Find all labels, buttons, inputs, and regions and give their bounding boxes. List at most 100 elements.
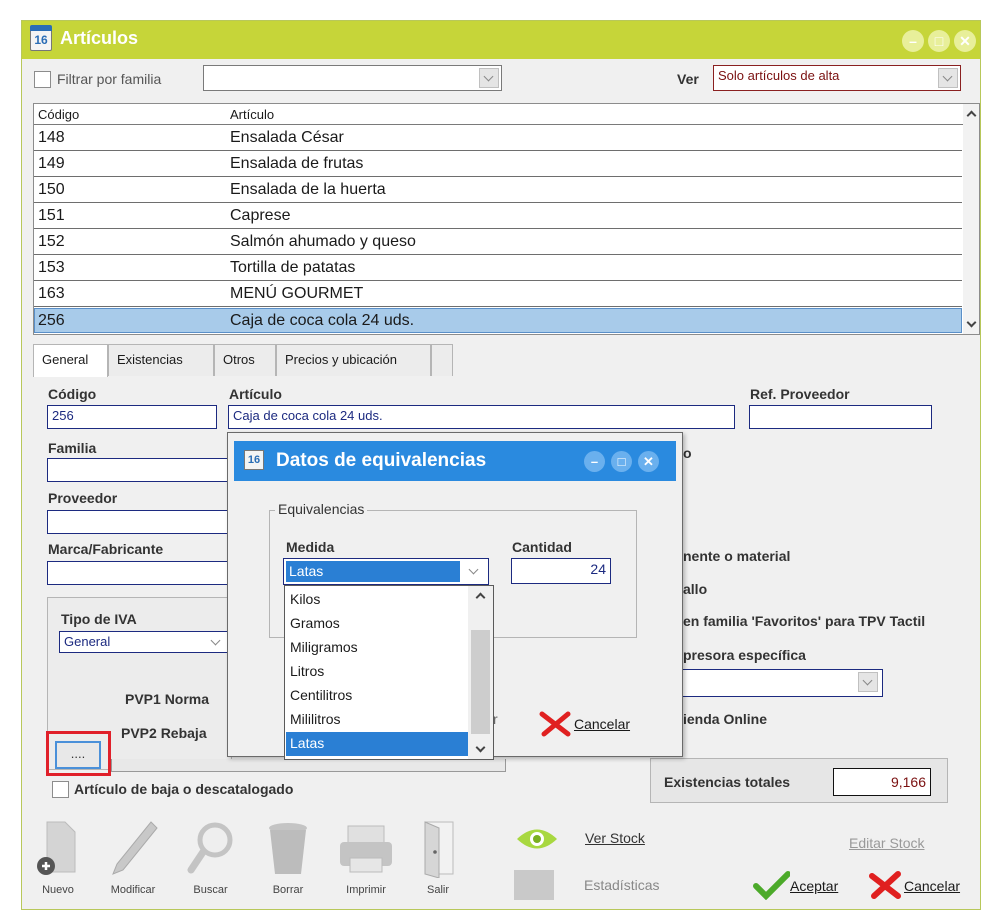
cross-icon bbox=[869, 871, 901, 899]
aceptar-label: Aceptar bbox=[790, 878, 839, 894]
modificar-label: Modificar bbox=[110, 884, 156, 896]
label-fragment-o: o bbox=[683, 445, 692, 461]
table-scrollbar[interactable] bbox=[963, 104, 979, 334]
cell-code: 149 bbox=[38, 155, 65, 172]
existencias-label: Existencias totales bbox=[664, 774, 791, 790]
ref-proveedor-field[interactable] bbox=[749, 405, 932, 429]
check-icon bbox=[753, 871, 791, 901]
dialog-title: Datos de equivalencias bbox=[276, 450, 487, 471]
medida-select[interactable]: Latas bbox=[283, 558, 489, 585]
ver-select[interactable]: Solo artículos de alta bbox=[713, 65, 961, 91]
minimize-icon[interactable]: – bbox=[584, 451, 605, 472]
tab-existencias[interactable]: Existencias bbox=[108, 344, 214, 376]
dialog-cancel-button[interactable]: Cancelar bbox=[538, 710, 630, 738]
maximize-icon[interactable]: □ bbox=[928, 30, 950, 52]
cell-code: 153 bbox=[38, 259, 65, 276]
familia-field[interactable] bbox=[47, 458, 237, 482]
ver-label: Ver bbox=[677, 71, 699, 87]
tab-general[interactable]: General bbox=[33, 344, 108, 377]
cell-name: MENÚ GOURMET bbox=[230, 285, 364, 302]
medida-dropdown-list[interactable]: Kilos Gramos Miligramos Litros Centilitr… bbox=[284, 585, 494, 760]
close-icon[interactable]: ✕ bbox=[638, 451, 659, 472]
chevron-down-icon[interactable] bbox=[479, 68, 499, 88]
dialog-titlebar[interactable]: 16 Datos de equivalencias – □ ✕ bbox=[234, 441, 676, 481]
proveedor-field[interactable] bbox=[47, 510, 237, 534]
table-row[interactable]: 151 Caprese bbox=[34, 204, 962, 229]
baja-checkbox[interactable] bbox=[52, 781, 69, 798]
borrar-button[interactable]: Borrar bbox=[263, 818, 313, 900]
statistics-icon[interactable] bbox=[514, 870, 554, 900]
estadisticas-link[interactable]: Estadísticas bbox=[584, 877, 659, 893]
marca-label: Marca/Fabricante bbox=[48, 541, 164, 557]
chevron-down-icon[interactable] bbox=[938, 68, 958, 88]
cantidad-label: Cantidad bbox=[512, 539, 572, 555]
dropdown-scrollbar[interactable] bbox=[468, 586, 493, 759]
eye-icon[interactable] bbox=[515, 824, 559, 854]
equivalencias-group-label: Equivalencias bbox=[275, 501, 368, 517]
scroll-down-icon[interactable] bbox=[966, 317, 977, 328]
table-row[interactable]: 148 Ensalada César bbox=[34, 126, 962, 151]
trash-icon bbox=[269, 823, 307, 874]
ver-stock-link[interactable]: Ver Stock bbox=[585, 830, 645, 846]
tipo-iva-select[interactable]: General bbox=[59, 631, 229, 653]
nuevo-button[interactable]: Nuevo bbox=[33, 818, 83, 900]
componente-label: nente o material bbox=[683, 548, 791, 564]
chevron-down-icon[interactable] bbox=[464, 561, 484, 581]
chevron-down-icon[interactable] bbox=[206, 632, 226, 652]
detallo-label: allo bbox=[683, 581, 708, 597]
close-icon[interactable]: ✕ bbox=[954, 30, 976, 52]
table-row[interactable]: 149 Ensalada de frutas bbox=[34, 152, 962, 177]
editar-stock-link[interactable]: Editar Stock bbox=[849, 835, 924, 851]
cell-name: Caja de coca cola 24 uds. bbox=[230, 312, 415, 329]
filtrar-familia-checkbox[interactable] bbox=[34, 71, 51, 88]
favoritos-label: en familia 'Favoritos' para TPV Tactil bbox=[683, 613, 926, 629]
table-row[interactable]: 152 Salmón ahumado y queso bbox=[34, 230, 962, 255]
buscar-button[interactable]: Buscar bbox=[183, 818, 238, 900]
list-item[interactable]: Mililitros bbox=[286, 708, 468, 732]
table-row[interactable]: 150 Ensalada de la huerta bbox=[34, 178, 962, 203]
marca-field[interactable] bbox=[47, 561, 237, 585]
cell-code: 151 bbox=[38, 207, 65, 224]
cantidad-field[interactable]: 24 bbox=[511, 558, 611, 584]
tipo-iva-label: Tipo de IVA bbox=[61, 611, 137, 627]
aceptar-button[interactable]: Aceptar bbox=[752, 870, 838, 901]
list-item[interactable]: Kilos bbox=[286, 588, 468, 612]
list-item-selected[interactable]: Latas bbox=[286, 732, 468, 756]
maximize-icon[interactable]: □ bbox=[611, 451, 632, 472]
chevron-down-icon[interactable] bbox=[858, 672, 878, 692]
cell-name: Ensalada de la huerta bbox=[230, 181, 386, 198]
codigo-label: Código bbox=[48, 386, 97, 402]
scroll-up-icon[interactable] bbox=[475, 592, 486, 603]
list-item[interactable]: Miligramos bbox=[286, 636, 468, 660]
minimize-icon[interactable]: – bbox=[902, 30, 924, 52]
list-item[interactable]: Litros bbox=[286, 660, 468, 684]
imprimir-button[interactable]: Imprimir bbox=[336, 818, 396, 900]
list-item[interactable]: Gramos bbox=[286, 612, 468, 636]
articles-table[interactable]: Código Artículo 148 Ensalada César 149 Ens… bbox=[33, 103, 980, 335]
salir-button[interactable]: Salir bbox=[413, 818, 463, 900]
familia-filter-select[interactable] bbox=[203, 65, 502, 91]
tab-precios-ubicacion[interactable]: Precios y ubicación bbox=[276, 344, 431, 376]
column-header-codigo[interactable]: Código bbox=[38, 107, 79, 122]
scroll-down-icon[interactable] bbox=[475, 742, 486, 753]
table-row[interactable]: 153 Tortilla de patatas bbox=[34, 256, 962, 281]
exit-door-icon bbox=[424, 821, 454, 879]
cell-code: 163 bbox=[38, 285, 65, 302]
dialog-cancel-label: Cancelar bbox=[574, 716, 631, 732]
window-titlebar[interactable]: 16 Artículos – □ ✕ bbox=[22, 21, 980, 59]
codigo-field[interactable]: 256 bbox=[47, 405, 217, 429]
list-item[interactable]: Centilitros bbox=[286, 684, 468, 708]
proveedor-label: Proveedor bbox=[48, 490, 118, 506]
scroll-up-icon[interactable] bbox=[966, 110, 977, 121]
impresora-select[interactable] bbox=[678, 669, 883, 697]
tab-otros[interactable]: Otros bbox=[214, 344, 276, 376]
modificar-button[interactable]: Modificar bbox=[103, 818, 163, 900]
existencias-value: 9,166 bbox=[833, 768, 931, 796]
column-header-articulo[interactable]: Artículo bbox=[230, 107, 274, 122]
table-row[interactable]: 163 MENÚ GOURMET bbox=[34, 282, 962, 307]
cancelar-button[interactable]: Cancelar bbox=[868, 870, 960, 900]
scroll-thumb[interactable] bbox=[471, 630, 490, 734]
dots-button[interactable]: .... bbox=[55, 741, 101, 769]
table-row-selected[interactable]: 256 Caja de coca cola 24 uds. bbox=[34, 308, 962, 333]
articulo-field[interactable]: Caja de coca cola 24 uds. bbox=[228, 405, 735, 429]
